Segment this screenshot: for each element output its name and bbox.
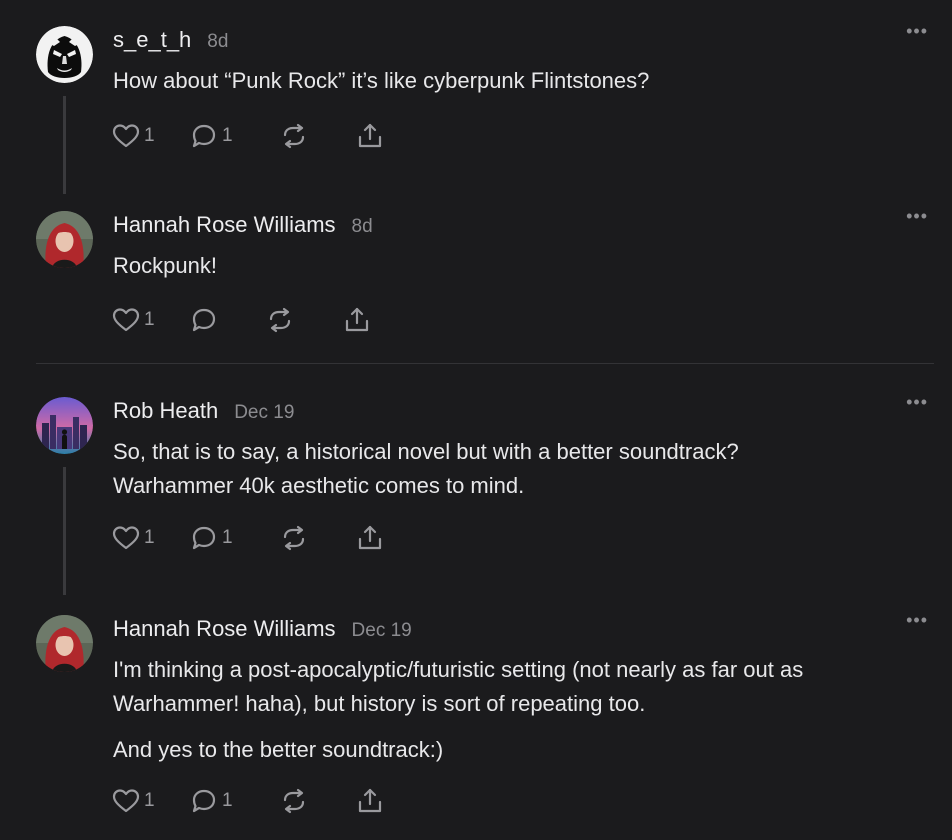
- ellipsis-icon[interactable]: •••: [906, 611, 928, 629]
- like-button[interactable]: 1: [112, 123, 190, 149]
- reply-count: 1: [222, 125, 233, 146]
- comment-paragraph: I'm thinking a post-apocalyptic/futurist…: [113, 657, 804, 716]
- share-upload-icon: [345, 307, 369, 332]
- like-count: 1: [144, 790, 155, 811]
- restack-button[interactable]: [280, 525, 356, 551]
- share-upload-icon: [358, 788, 382, 813]
- comment-header: s_e_t_h 8d: [113, 27, 228, 53]
- timestamp[interactable]: Dec 19: [352, 620, 412, 642]
- comment-bubble-icon: [192, 308, 216, 332]
- comment: Rob Heath Dec 19 ••• So, that is to say,…: [0, 393, 952, 597]
- like-count: 1: [144, 125, 155, 146]
- share-button[interactable]: [343, 306, 371, 334]
- restack-arrows-icon: [283, 788, 305, 814]
- author-name[interactable]: Hannah Rose Williams: [113, 212, 336, 238]
- restack-button[interactable]: [266, 307, 343, 333]
- reply-button[interactable]: 1: [190, 788, 280, 814]
- reply-button[interactable]: [190, 307, 266, 333]
- red-hair-portrait-avatar-icon: [36, 211, 93, 268]
- heart-icon: [112, 308, 140, 332]
- red-hair-portrait-avatar-icon: [36, 615, 93, 672]
- avatar[interactable]: [36, 26, 93, 83]
- comment-bubble-icon: [192, 526, 216, 550]
- like-count: 1: [144, 309, 155, 330]
- comment-paragraph: So, that is to say, a historical novel b…: [113, 439, 739, 498]
- comment-body: How about “Punk Rock” it’s like cyberpun…: [113, 64, 923, 98]
- comment-body: Rockpunk!: [113, 249, 923, 283]
- restack-button[interactable]: [280, 123, 356, 149]
- comment-bubble-icon: [192, 124, 216, 148]
- restack-arrows-icon: [283, 525, 305, 551]
- restack-arrows-icon: [283, 123, 305, 149]
- timestamp[interactable]: 8d: [207, 31, 228, 53]
- comment-thread: s_e_t_h 8d ••• How about “Punk Rock” it’…: [0, 0, 952, 840]
- comment-body: So, that is to say, a historical novel b…: [113, 435, 833, 503]
- avatar[interactable]: [36, 397, 93, 454]
- thread-line: [63, 96, 66, 194]
- reply-count: 1: [222, 790, 233, 811]
- action-bar: 1 1: [112, 122, 384, 150]
- restack-button[interactable]: [280, 788, 356, 814]
- like-count: 1: [144, 527, 155, 548]
- ellipsis-icon[interactable]: •••: [906, 22, 928, 40]
- action-bar: 1 1: [112, 787, 384, 815]
- comment-header: Rob Heath Dec 19: [113, 398, 294, 424]
- comment-bubble-icon: [192, 789, 216, 813]
- reply-count: 1: [222, 527, 233, 548]
- share-upload-icon: [358, 525, 382, 550]
- comment: Hannah Rose Williams 8d ••• Rockpunk! 1: [0, 207, 952, 341]
- ellipsis-icon[interactable]: •••: [906, 393, 928, 411]
- share-button[interactable]: [356, 524, 384, 552]
- heart-icon: [112, 789, 140, 813]
- share-upload-icon: [358, 123, 382, 148]
- thread-divider: [36, 363, 934, 364]
- author-name[interactable]: s_e_t_h: [113, 27, 191, 53]
- timestamp[interactable]: 8d: [352, 216, 373, 238]
- like-button[interactable]: 1: [112, 788, 190, 814]
- heart-icon: [112, 526, 140, 550]
- action-bar: 1 1: [112, 524, 384, 552]
- restack-arrows-icon: [269, 307, 291, 333]
- avatar[interactable]: [36, 211, 93, 268]
- share-button[interactable]: [356, 787, 384, 815]
- ellipsis-icon[interactable]: •••: [906, 207, 928, 225]
- share-button[interactable]: [356, 122, 384, 150]
- comment-header: Hannah Rose Williams Dec 19: [113, 616, 412, 642]
- author-name[interactable]: Hannah Rose Williams: [113, 616, 336, 642]
- comment-body: I'm thinking a post-apocalyptic/futurist…: [113, 653, 913, 767]
- comment-paragraph: How about “Punk Rock” it’s like cyberpun…: [113, 68, 650, 93]
- like-button[interactable]: 1: [112, 525, 190, 551]
- avatar[interactable]: [36, 615, 93, 672]
- reply-button[interactable]: 1: [190, 123, 280, 149]
- author-name[interactable]: Rob Heath: [113, 398, 218, 424]
- action-bar: 1: [112, 306, 371, 334]
- comment-paragraph: And yes to the better soundtrack:): [113, 737, 444, 762]
- thread-line: [63, 467, 66, 595]
- heart-icon: [112, 124, 140, 148]
- timestamp[interactable]: Dec 19: [234, 402, 294, 424]
- comment-header: Hannah Rose Williams 8d: [113, 212, 373, 238]
- comment: s_e_t_h 8d ••• How about “Punk Rock” it’…: [0, 22, 952, 196]
- like-button[interactable]: 1: [112, 307, 190, 333]
- comment: Hannah Rose Williams Dec 19 ••• I'm thin…: [0, 611, 952, 835]
- comment-paragraph: Rockpunk!: [113, 253, 217, 278]
- mask-face-avatar-icon: [36, 26, 93, 83]
- city-silhouette-avatar-icon: [36, 397, 93, 454]
- reply-button[interactable]: 1: [190, 525, 280, 551]
